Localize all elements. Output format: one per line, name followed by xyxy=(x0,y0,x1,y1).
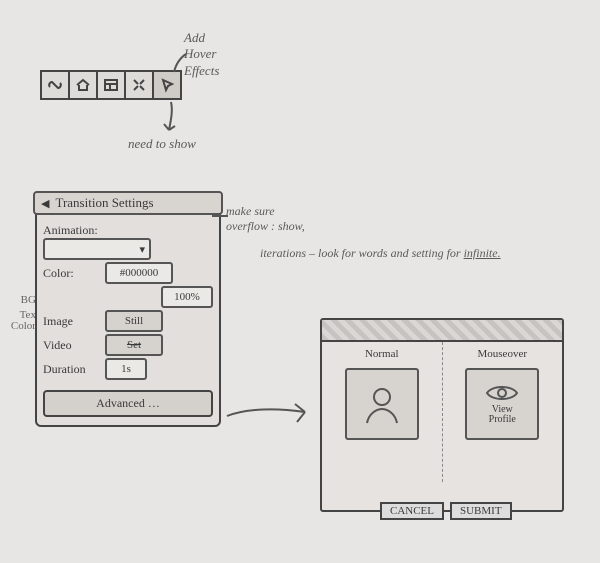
color-hex-input[interactable]: #000000 xyxy=(105,262,173,284)
video-label: Video xyxy=(43,338,99,353)
video-button[interactable]: Set xyxy=(105,334,163,356)
row-image: Image Still xyxy=(43,310,213,332)
tool-link[interactable] xyxy=(42,72,70,98)
preview-hover-caption: View Profile xyxy=(489,405,516,425)
eye-icon xyxy=(485,383,519,403)
side-label-bg: BG: xyxy=(0,294,39,306)
side-label-text-color: Text Color: xyxy=(0,310,39,332)
note-need-to-show: need to show xyxy=(128,136,196,152)
image-button[interactable]: Still xyxy=(105,310,163,332)
arrow-panel-to-preview xyxy=(225,398,315,433)
connector-panel-to-note xyxy=(212,208,230,226)
home-icon xyxy=(75,77,91,93)
preview-mouseover-thumb[interactable]: View Profile xyxy=(465,368,539,440)
note-overflow: make sure overflow : show, xyxy=(226,204,305,234)
image-label: Image xyxy=(43,314,99,329)
expand-icon xyxy=(131,77,147,93)
person-silhouette-icon xyxy=(361,383,403,425)
preview-window: Normal Mouseover View Profile xyxy=(320,318,564,512)
note-infinite-word: infinite. xyxy=(464,246,501,260)
connector-note-to-toolbar xyxy=(170,52,190,81)
toolbar xyxy=(40,70,182,100)
preview-titlebar xyxy=(322,320,562,342)
opacity-input[interactable]: 100% xyxy=(161,286,213,308)
row-video: Video Set xyxy=(43,334,213,356)
color-label: Color: xyxy=(43,266,99,281)
animation-select[interactable]: ▾ xyxy=(43,238,151,260)
back-chevron-icon: ◀ xyxy=(41,197,49,210)
animation-label: Animation: xyxy=(43,223,99,238)
panel-title-bar[interactable]: ◀ Transition Settings xyxy=(33,191,223,215)
transition-settings-panel: ◀ Transition Settings Animation: ▾ Color… xyxy=(35,195,221,427)
link-icon xyxy=(47,77,63,93)
advanced-button[interactable]: Advanced … xyxy=(43,390,213,417)
row-opacity: 100% xyxy=(43,286,213,308)
preview-actions: CANCEL SUBMIT xyxy=(380,502,512,520)
panel-title-text: Transition Settings xyxy=(55,195,153,211)
duration-input[interactable]: 1s xyxy=(105,358,147,380)
preview-normal-label: Normal xyxy=(365,348,399,360)
tool-expand[interactable] xyxy=(126,72,154,98)
note-iterations: iterations – look for words and setting … xyxy=(260,246,501,261)
submit-button[interactable]: SUBMIT xyxy=(450,502,512,520)
duration-label: Duration xyxy=(43,362,99,377)
layout-icon xyxy=(103,77,119,93)
preview-mouseover-column: Mouseover View Profile xyxy=(443,342,563,482)
preview-mouseover-label: Mouseover xyxy=(478,348,528,360)
cancel-button[interactable]: CANCEL xyxy=(380,502,444,520)
tool-layout[interactable] xyxy=(98,72,126,98)
row-animation: Animation: xyxy=(43,223,213,238)
row-duration: Duration 1s xyxy=(43,358,213,380)
tool-home[interactable] xyxy=(70,72,98,98)
row-color: Color: #000000 xyxy=(43,262,213,284)
preview-normal-thumb xyxy=(345,368,419,440)
preview-normal-column: Normal xyxy=(322,342,443,482)
